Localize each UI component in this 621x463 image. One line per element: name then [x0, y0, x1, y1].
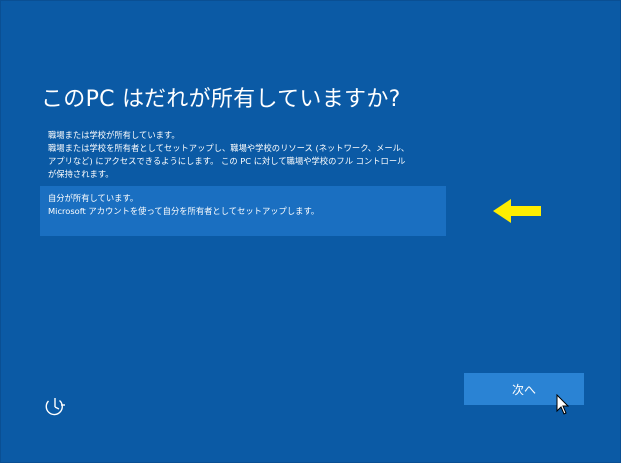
accessibility-icon[interactable]	[43, 395, 67, 417]
page-title: このPC はだれが所有していますか?	[41, 87, 401, 112]
option-work-or-school[interactable]: 職場または学校が所有しています。 職場または学校を所有者としてセットアップし、職…	[40, 123, 446, 181]
option-personal[interactable]: 自分が所有しています。 Microsoft アカウントを使って自分を所有者として…	[40, 186, 446, 236]
option-work-desc-1: 職場または学校を所有者としてセットアップし、職場や学校のリソース (ネットワーク…	[48, 143, 410, 153]
setup-window: このPC はだれが所有していますか? 職場または学校が所有しています。 職場また…	[0, 0, 621, 463]
option-work-desc-3: が保持されます。	[48, 169, 114, 179]
mouse-cursor-icon	[556, 394, 570, 415]
option-work-heading: 職場または学校が所有しています。	[48, 130, 180, 140]
option-personal-heading: 自分が所有しています。	[48, 193, 139, 203]
arrow-left-icon	[493, 199, 541, 223]
option-personal-desc: Microsoft アカウントを使って自分を所有者としてセットアップします。	[48, 206, 320, 216]
option-work-desc-2: アプリなど) にアクセスできるようにします。 この PC に対して職場や学校のフ…	[48, 156, 406, 166]
